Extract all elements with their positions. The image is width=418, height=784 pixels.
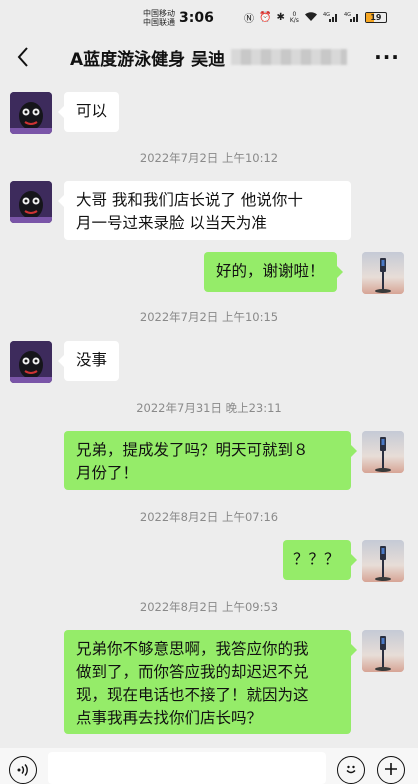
message-text-line: 现，现在电话也不接了！就因为这 (76, 686, 309, 704)
signal-icon-2: 4G (344, 11, 360, 25)
alarm-icon: ⏰ (259, 12, 272, 23)
message-timestamp: 2022年7月2日 上午10:12 (139, 151, 279, 165)
message-text-line: 兄弟你不够意思啊，我答应你的我 (76, 640, 309, 658)
status-time: 3:06 (179, 10, 214, 26)
contact-avatar[interactable] (10, 92, 52, 134)
user-avatar[interactable] (362, 540, 404, 582)
nfc-icon: Ⓝ (244, 14, 254, 25)
message-bubble-sent[interactable]: 好的，谢谢啦！ (204, 252, 343, 292)
svg-text:4G: 4G (344, 12, 351, 18)
message-text-line: 做到了，而你答应我的却迟迟不兑 (76, 663, 309, 681)
message-input-bar (0, 748, 418, 784)
chat-title: A蓝度游泳健身 吴迪 (70, 50, 226, 70)
svg-text:4G: 4G (323, 12, 330, 18)
message-text: 没事 (76, 351, 108, 369)
battery-icon: 19 (364, 12, 387, 23)
carrier-2: 中国联通 (143, 18, 175, 27)
message-timestamp: 2022年7月31日 晚上23:11 (136, 401, 282, 415)
bluetooth-icon: ✱ (276, 12, 285, 23)
message-text-line: 月份了！ (76, 464, 139, 482)
message-text-line: 月一号过来录脸 以当天为准 (76, 214, 267, 232)
carrier-labels: 中国移动 中国联通 (143, 9, 175, 27)
network-speed: 0 K/s (289, 10, 299, 24)
message-bubble-sent[interactable]: 兄弟你不够意思啊，我答应你的我 做到了，而你答应我的却迟迟不兑 现，现在电话也不… (64, 630, 357, 734)
message-text: ？？？ (293, 550, 340, 568)
message-text-line: 点事我再去找你们店长吗？ (76, 709, 263, 727)
message-bubble-sent[interactable]: ？？？ (283, 540, 357, 580)
status-bar: 中国移动 中国联通 3:06 Ⓝ ⏰ ✱ 0 K/s 4G 4G 19 (0, 0, 418, 34)
message-bubble-received[interactable]: 大哥 我和我们店长说了 他说你十 月一号过来录脸 以当天为准 (58, 181, 351, 240)
chat-header: A蓝度游泳健身 吴迪 ··· (0, 34, 418, 80)
message-bubble-received[interactable]: 没事 (57, 341, 120, 381)
user-avatar[interactable] (362, 630, 404, 672)
message-timestamp: 2022年7月2日 上午10:15 (139, 310, 279, 324)
chevron-left-icon[interactable] (10, 42, 36, 72)
message-text-line: 大哥 我和我们店长说了 他说你十 (76, 191, 303, 209)
status-icons: Ⓝ ⏰ ✱ 0 K/s 4G 4G 19 (244, 10, 387, 25)
contact-avatar[interactable] (10, 341, 52, 383)
plus-icon[interactable] (377, 756, 405, 784)
contact-avatar[interactable] (10, 181, 52, 223)
message-bubble-received[interactable]: 可以 (57, 92, 120, 132)
user-avatar[interactable] (362, 431, 404, 473)
redacted-name-blur (231, 49, 347, 65)
message-timestamp: 2022年8月2日 上午07:16 (139, 510, 279, 524)
message-text-line: 兄弟，提成发了吗？明天可就到８ (76, 441, 309, 459)
voice-icon[interactable] (9, 756, 37, 784)
message-text: 可以 (76, 102, 108, 120)
carrier-1: 中国移动 (143, 9, 175, 18)
message-timestamp: 2022年8月2日 上午09:53 (139, 600, 279, 614)
message-text: 好的，谢谢啦！ (216, 262, 325, 280)
more-dots-icon[interactable]: ··· (373, 42, 401, 72)
user-avatar[interactable] (362, 252, 404, 294)
signal-icon-1: 4G (323, 11, 339, 25)
emoji-icon[interactable] (337, 756, 365, 784)
message-input[interactable] (48, 752, 326, 784)
message-bubble-sent[interactable]: 兄弟，提成发了吗？明天可就到８ 月份了！ (64, 431, 357, 490)
wifi-icon (304, 11, 318, 25)
